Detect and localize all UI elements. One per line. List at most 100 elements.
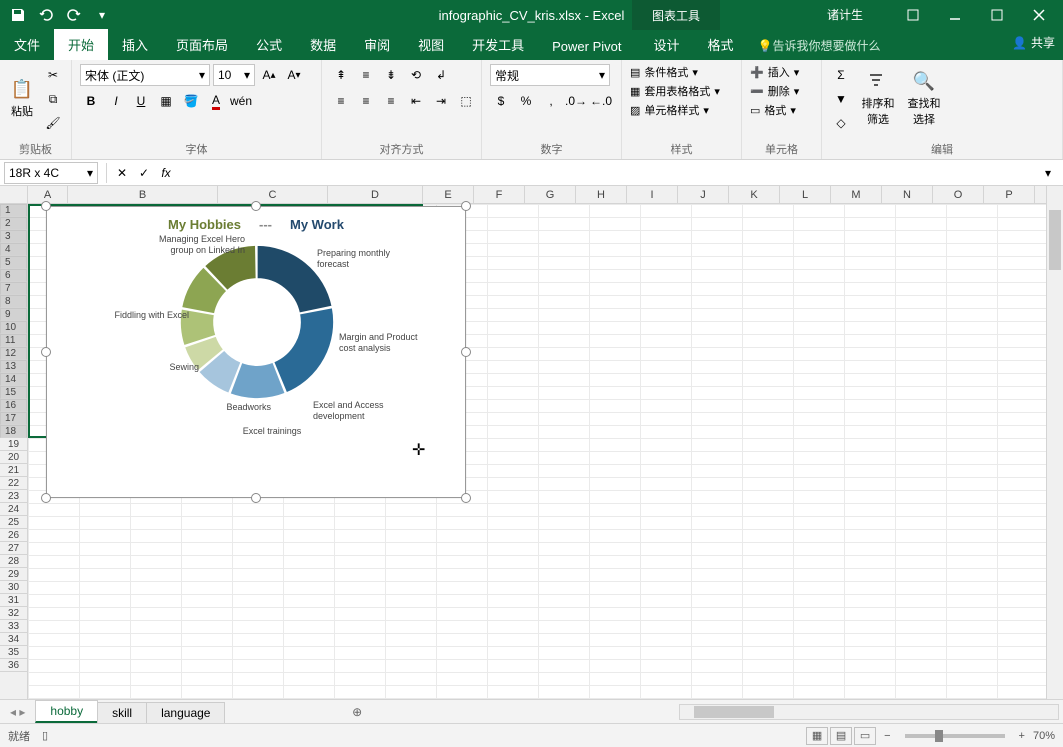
column-header[interactable]: H bbox=[576, 186, 627, 203]
increase-font-icon[interactable]: A▴ bbox=[258, 64, 280, 86]
number-format-select[interactable]: 常规▾ bbox=[490, 64, 610, 86]
paste-button[interactable]: 📋 粘贴 bbox=[8, 64, 36, 130]
row-header[interactable]: 35 bbox=[0, 646, 27, 659]
row-header[interactable]: 21 bbox=[0, 464, 27, 477]
row-header[interactable]: 24 bbox=[0, 503, 27, 516]
row-header[interactable]: 6 bbox=[0, 269, 27, 282]
tab-file[interactable]: 文件 bbox=[0, 29, 54, 60]
row-header[interactable]: 10 bbox=[0, 321, 27, 334]
qat-customize-icon[interactable]: ▾ bbox=[90, 3, 114, 27]
new-sheet-button[interactable]: ⊕ bbox=[345, 702, 369, 722]
row-header[interactable]: 30 bbox=[0, 581, 27, 594]
cells-area[interactable]: My Hobbies --- My Work Preparing monthly… bbox=[28, 204, 1046, 699]
align-top-icon[interactable]: ⇞ bbox=[330, 64, 352, 86]
row-header[interactable]: 2 bbox=[0, 217, 27, 230]
align-middle-icon[interactable]: ≡ bbox=[355, 64, 377, 86]
row-header[interactable]: 7 bbox=[0, 282, 27, 295]
page-break-view-icon[interactable]: ▭ bbox=[854, 727, 876, 745]
scrollbar-thumb[interactable] bbox=[694, 706, 774, 718]
close-icon[interactable] bbox=[1019, 0, 1059, 30]
resize-handle[interactable] bbox=[251, 201, 261, 211]
column-header[interactable]: B bbox=[68, 186, 218, 203]
tab-developer[interactable]: 开发工具 bbox=[458, 29, 538, 60]
page-layout-view-icon[interactable]: ▤ bbox=[830, 727, 852, 745]
expand-formula-bar-icon[interactable]: ▾ bbox=[1037, 162, 1059, 184]
tab-powerpivot[interactable]: Power Pivot bbox=[538, 33, 635, 60]
borders-icon[interactable]: ▦ bbox=[155, 90, 177, 112]
row-header[interactable]: 18 bbox=[0, 425, 27, 438]
row-header[interactable]: 15 bbox=[0, 386, 27, 399]
font-color-icon[interactable]: A bbox=[205, 90, 227, 112]
column-header[interactable]: M bbox=[831, 186, 882, 203]
decrease-font-icon[interactable]: A▾ bbox=[283, 64, 305, 86]
undo-icon[interactable] bbox=[34, 3, 58, 27]
column-header[interactable]: K bbox=[729, 186, 780, 203]
zoom-slider-thumb[interactable] bbox=[935, 730, 943, 742]
tab-home[interactable]: 开始 bbox=[54, 29, 108, 60]
column-header[interactable]: G bbox=[525, 186, 576, 203]
save-icon[interactable] bbox=[6, 3, 30, 27]
share-button[interactable]: 👤共享 bbox=[1012, 34, 1055, 51]
row-header[interactable]: 36 bbox=[0, 659, 27, 672]
tab-review[interactable]: 审阅 bbox=[350, 29, 404, 60]
row-header[interactable]: 11 bbox=[0, 334, 27, 347]
sheet-nav[interactable]: ◂ ▸ bbox=[0, 705, 35, 719]
row-header[interactable]: 19 bbox=[0, 438, 27, 451]
enter-formula-icon[interactable]: ✓ bbox=[133, 162, 155, 184]
accounting-format-icon[interactable]: $ bbox=[490, 90, 512, 112]
tab-chart-format[interactable]: 格式 bbox=[694, 29, 748, 60]
zoom-level[interactable]: 70% bbox=[1033, 730, 1055, 742]
sheet-tab-language[interactable]: language bbox=[146, 702, 225, 723]
row-header[interactable]: 14 bbox=[0, 373, 27, 386]
worksheet-grid[interactable]: ABCDEFGHIJKLMNOP 12345678910111213141516… bbox=[0, 186, 1063, 699]
insert-function-icon[interactable]: fx bbox=[155, 162, 177, 184]
copy-icon[interactable]: ⧉ bbox=[42, 88, 64, 110]
formula-input[interactable] bbox=[177, 162, 1037, 184]
row-header[interactable]: 34 bbox=[0, 633, 27, 646]
row-header[interactable]: 3 bbox=[0, 230, 27, 243]
tab-formulas[interactable]: 公式 bbox=[242, 29, 296, 60]
row-header[interactable]: 22 bbox=[0, 477, 27, 490]
align-right-icon[interactable]: ≡ bbox=[380, 90, 402, 112]
sheet-tab-skill[interactable]: skill bbox=[97, 702, 147, 723]
conditional-formatting-button[interactable]: ▤ 条件格式 ▾ bbox=[630, 64, 698, 80]
align-bottom-icon[interactable]: ⇟ bbox=[380, 64, 402, 86]
bold-icon[interactable]: B bbox=[80, 90, 102, 112]
chart-object[interactable]: My Hobbies --- My Work Preparing monthly… bbox=[46, 206, 466, 498]
row-header[interactable]: 16 bbox=[0, 399, 27, 412]
cell-styles-button[interactable]: ▨ 单元格样式 ▾ bbox=[630, 102, 709, 118]
increase-indent-icon[interactable]: ⇥ bbox=[430, 90, 452, 112]
percent-format-icon[interactable]: % bbox=[515, 90, 537, 112]
vertical-scrollbar[interactable] bbox=[1046, 186, 1063, 699]
format-cells-button[interactable]: ▭ 格式 ▾ bbox=[750, 102, 796, 118]
row-header[interactable]: 1 bbox=[0, 204, 27, 217]
horizontal-scrollbar[interactable] bbox=[679, 704, 1059, 720]
column-header[interactable]: C bbox=[218, 186, 328, 203]
font-size-select[interactable]: 10▾ bbox=[213, 64, 255, 86]
delete-cells-button[interactable]: ➖ 删除 ▾ bbox=[750, 83, 799, 99]
name-box[interactable]: 18R x 4C▾ bbox=[4, 162, 98, 184]
tab-view[interactable]: 视图 bbox=[404, 29, 458, 60]
resize-handle[interactable] bbox=[41, 201, 51, 211]
sort-filter-button[interactable]: 排序和筛选 bbox=[858, 64, 898, 130]
tab-insert[interactable]: 插入 bbox=[108, 29, 162, 60]
clear-icon[interactable]: ◇ bbox=[830, 112, 852, 134]
align-center-icon[interactable]: ≡ bbox=[355, 90, 377, 112]
row-header[interactable]: 26 bbox=[0, 529, 27, 542]
maximize-icon[interactable] bbox=[977, 0, 1017, 30]
autosum-icon[interactable]: Σ bbox=[830, 64, 852, 86]
column-header[interactable]: O bbox=[933, 186, 984, 203]
underline-icon[interactable]: U bbox=[130, 90, 152, 112]
tab-chart-design[interactable]: 设计 bbox=[640, 29, 694, 60]
tab-data[interactable]: 数据 bbox=[296, 29, 350, 60]
row-header[interactable]: 27 bbox=[0, 542, 27, 555]
row-header[interactable]: 33 bbox=[0, 620, 27, 633]
zoom-out-button[interactable]: − bbox=[884, 730, 890, 742]
row-header[interactable]: 17 bbox=[0, 412, 27, 425]
resize-handle[interactable] bbox=[251, 493, 261, 503]
account-name[interactable]: 诸计生 bbox=[827, 6, 863, 23]
row-header[interactable]: 31 bbox=[0, 594, 27, 607]
phonetic-icon[interactable]: wén bbox=[230, 90, 252, 112]
column-header[interactable]: J bbox=[678, 186, 729, 203]
resize-handle[interactable] bbox=[461, 493, 471, 503]
